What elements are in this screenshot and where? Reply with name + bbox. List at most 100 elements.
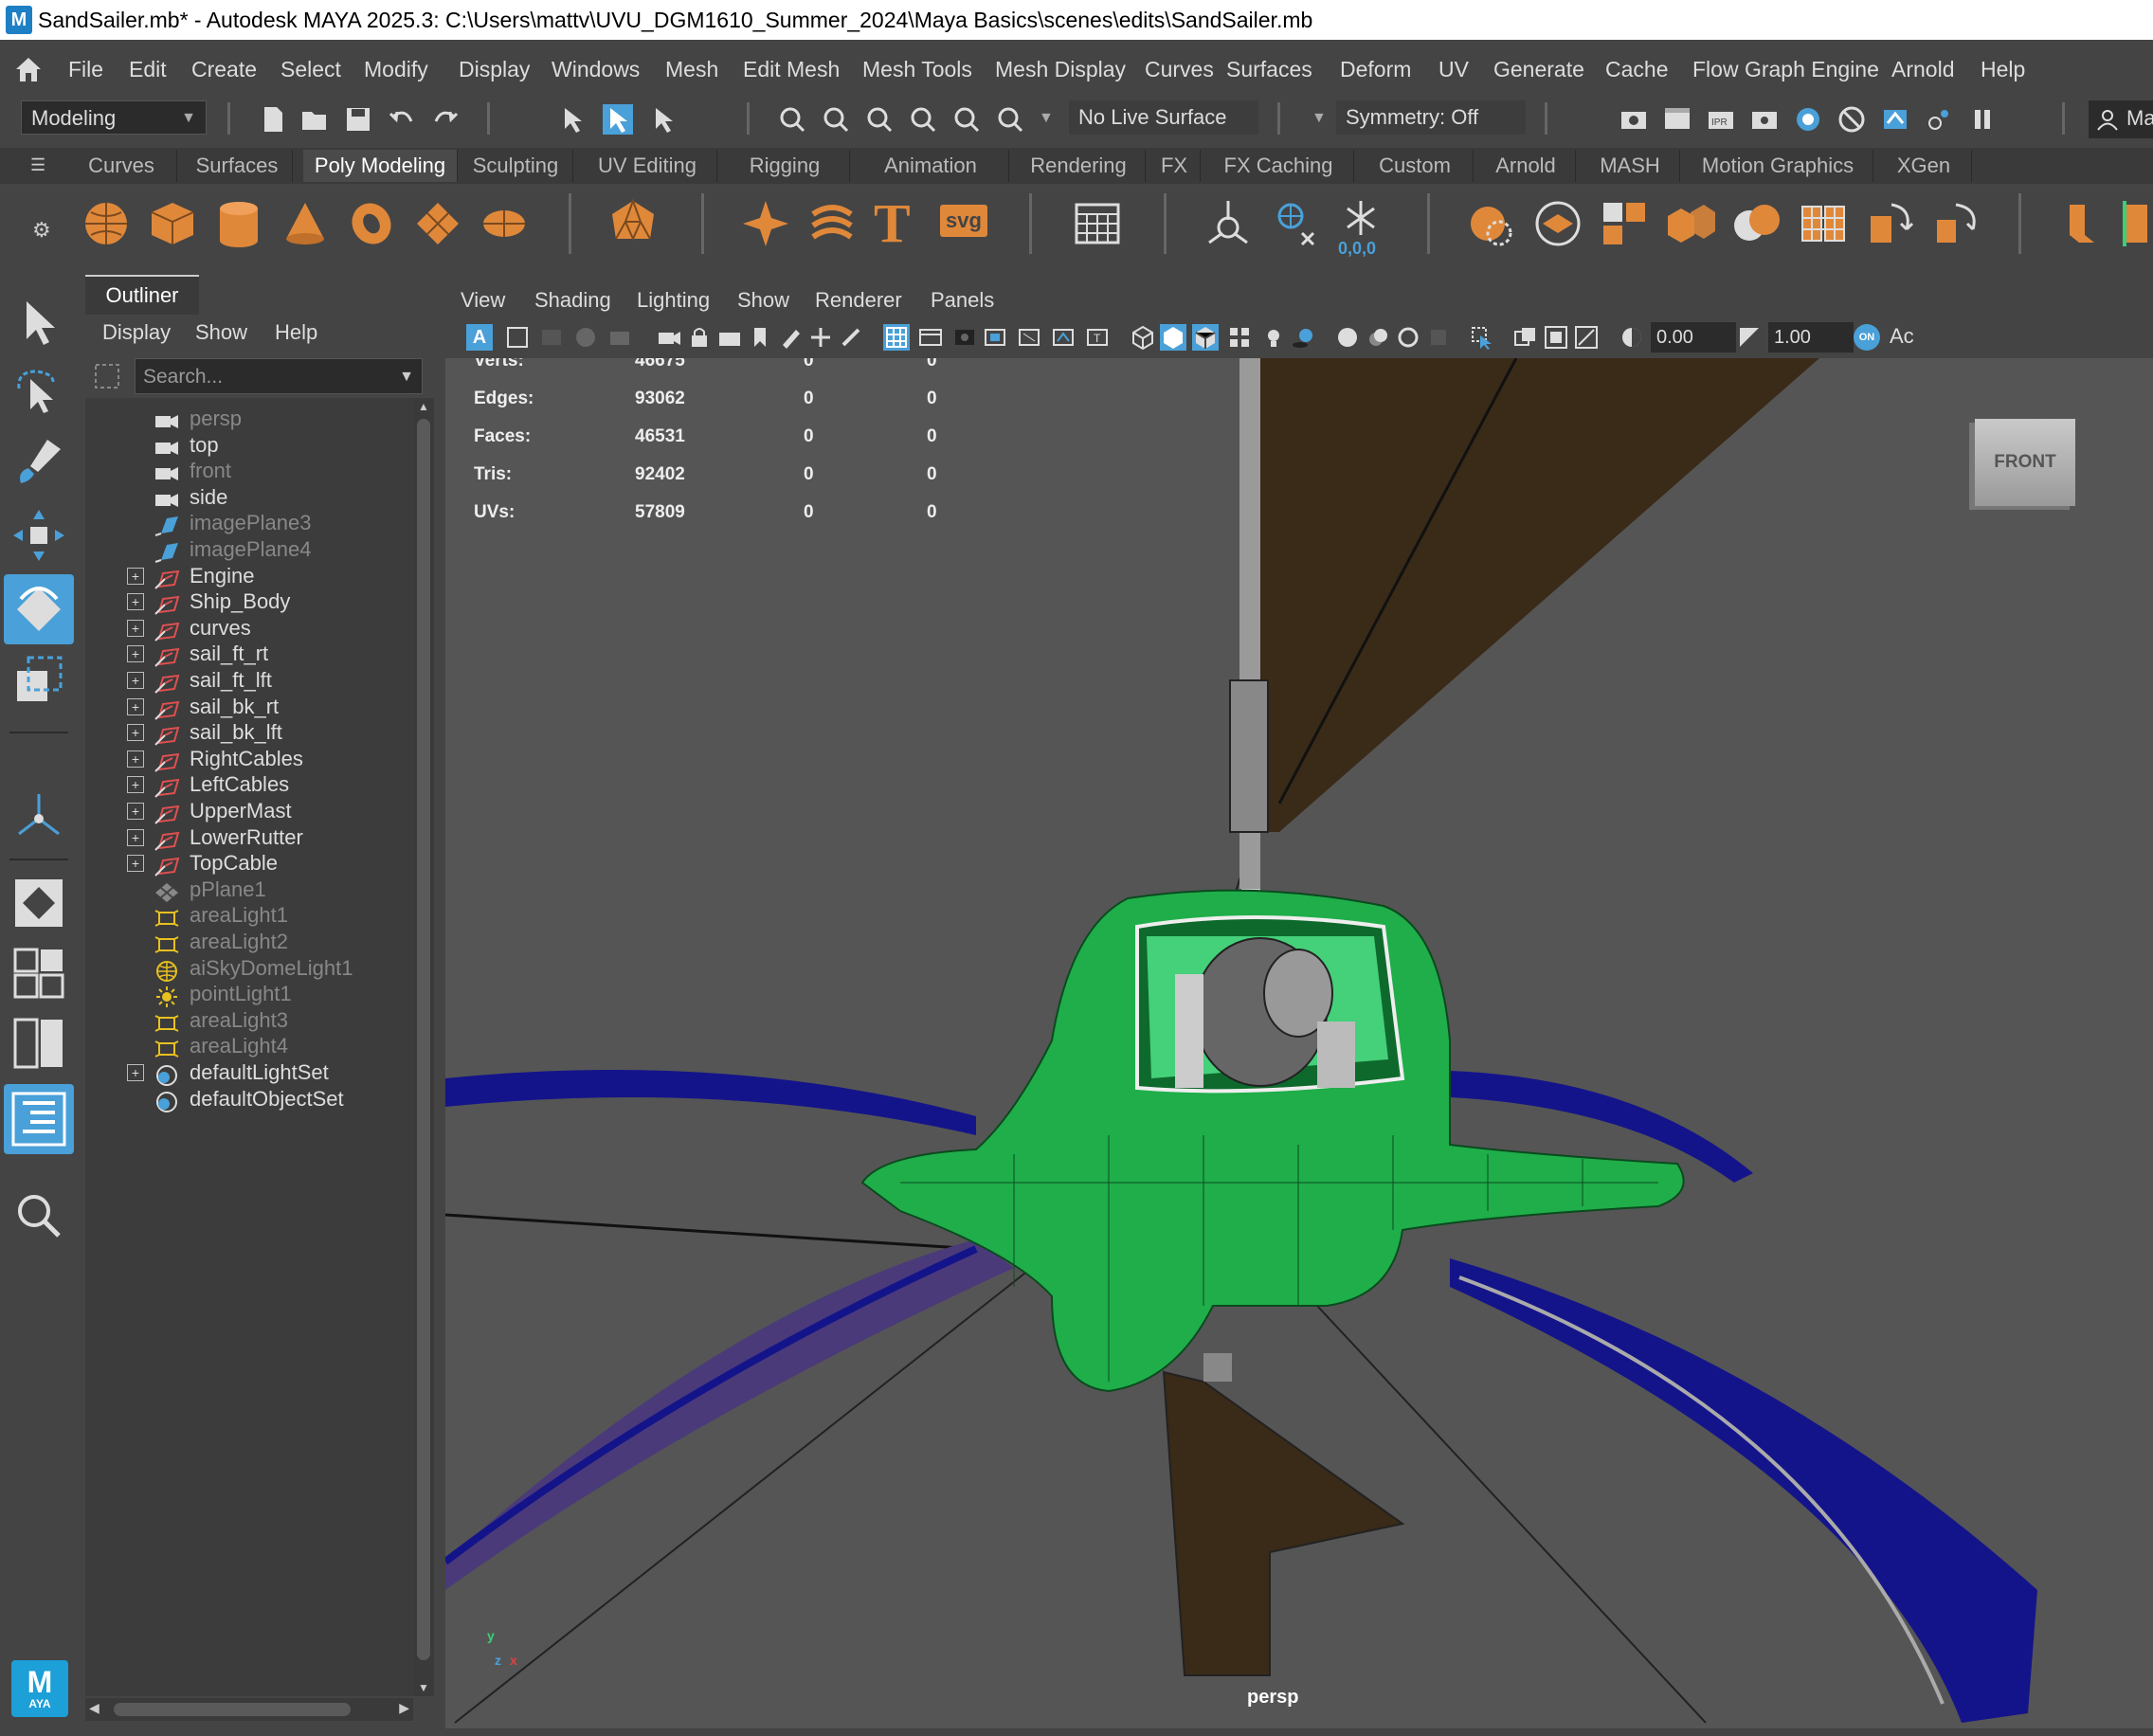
bookmarks-icon[interactable]	[538, 324, 565, 351]
expand-toggle-icon[interactable]: +	[127, 645, 144, 663]
menu-curves[interactable]: Curves	[1145, 57, 1214, 82]
open-scene-icon[interactable]	[299, 104, 330, 135]
depth-of-field-icon[interactable]	[1425, 324, 1452, 351]
color-management-toggle[interactable]: ON	[1854, 324, 1880, 351]
viewport-menu-renderer[interactable]: Renderer	[815, 288, 902, 313]
menu-arnold[interactable]: Arnold	[1891, 57, 1954, 82]
outliner-layout-active[interactable]	[4, 1084, 74, 1154]
bridge-icon[interactable]	[1929, 197, 1982, 250]
snap-grid-icon[interactable]	[777, 104, 807, 135]
light-editor-icon[interactable]	[1880, 104, 1910, 135]
ambient-occlusion-icon[interactable]	[1334, 324, 1361, 351]
ipr-render-icon[interactable]: IPR	[1706, 104, 1736, 135]
pan-zoom-icon[interactable]	[807, 324, 834, 351]
image-plane-toggle-icon[interactable]	[572, 324, 599, 351]
expand-toggle-icon[interactable]: +	[127, 828, 144, 846]
shelf-tab-sculpting[interactable]: Sculpting	[459, 150, 573, 182]
gamma-icon[interactable]	[1736, 324, 1763, 351]
menu-display[interactable]: Display	[459, 57, 530, 82]
shelf-tab-curves[interactable]: Curves	[66, 150, 177, 182]
gate-mask-toggle-icon[interactable]	[982, 324, 1008, 351]
menu-cache[interactable]: Cache	[1605, 57, 1668, 82]
menu-generate[interactable]: Generate	[1493, 57, 1584, 82]
smooth-shade-icon[interactable]	[1160, 324, 1186, 351]
view-cube[interactable]: FRONT	[1975, 419, 2075, 506]
motion-blur-icon[interactable]	[1365, 324, 1391, 351]
bevel-icon[interactable]	[2119, 197, 2153, 250]
xray-components-icon[interactable]	[1573, 324, 1600, 351]
symmetry-dropdown-arrow[interactable]: ▼	[1312, 110, 1327, 127]
expand-toggle-icon[interactable]: +	[127, 803, 144, 820]
poly-plane-icon[interactable]	[411, 197, 464, 250]
outliner-menu-display[interactable]: Display	[102, 320, 171, 345]
show-manipulator-icon[interactable]	[9, 787, 68, 845]
rotate-tool-active[interactable]	[4, 574, 74, 644]
shelf-tab-fx[interactable]: FX	[1149, 150, 1201, 182]
expand-toggle-icon[interactable]: +	[127, 697, 144, 715]
paint-select-tool-icon[interactable]	[9, 434, 68, 493]
menu-mesh-tools[interactable]: Mesh Tools	[862, 57, 972, 82]
poly-disc-icon[interactable]	[478, 197, 531, 250]
wireframe-on-shaded-icon[interactable]	[1192, 324, 1219, 351]
snap-surface-icon[interactable]	[951, 104, 982, 135]
render-settings-icon[interactable]	[1749, 104, 1780, 135]
symmetry-field[interactable]: Symmetry: Off	[1336, 100, 1526, 135]
select-hierarchy-icon[interactable]	[557, 104, 588, 135]
outliner-hscrollbar[interactable]: ◀ ▶	[85, 1698, 413, 1721]
select-tool-icon[interactable]	[9, 294, 68, 353]
mirror-icon[interactable]	[1797, 197, 1850, 250]
safe-title-icon[interactable]: T	[1084, 324, 1111, 351]
poly-cone-icon[interactable]	[279, 197, 332, 250]
smooth-mesh-icon[interactable]	[1531, 197, 1584, 250]
expand-toggle-icon[interactable]: +	[127, 672, 144, 689]
color-space-label[interactable]: Ac	[1890, 324, 1914, 349]
render-frame-icon[interactable]	[1662, 104, 1692, 135]
viewport-menu-shading[interactable]: Shading	[534, 288, 611, 313]
menu-select[interactable]: Select	[280, 57, 341, 82]
scale-tool-icon[interactable]	[9, 650, 68, 709]
search-icon[interactable]	[9, 1186, 68, 1245]
outliner-vscrollbar[interactable]: ▲ ▼	[413, 398, 434, 1696]
grid-toggle-icon[interactable]	[883, 324, 910, 351]
2d-pan-zoom-icon[interactable]	[606, 324, 633, 351]
extract-icon[interactable]	[1863, 197, 1916, 250]
shelf-tab-mash[interactable]: MASH	[1581, 150, 1680, 182]
select-object-icon[interactable]	[603, 104, 633, 135]
outliner-menu-help[interactable]: Help	[275, 320, 317, 345]
combine-icon[interactable]	[1598, 197, 1651, 250]
menu-windows[interactable]: Windows	[552, 57, 640, 82]
menu-edit-mesh[interactable]: Edit Mesh	[743, 57, 840, 82]
shelf-tab-surfaces[interactable]: Surfaces	[182, 150, 293, 182]
type-tool-icon[interactable]: T	[874, 191, 911, 255]
snap-view-plane-icon[interactable]	[908, 104, 938, 135]
snap-options-arrow[interactable]: ▼	[1039, 110, 1054, 127]
field-chart-icon[interactable]	[1016, 324, 1042, 351]
viewport-menu-view[interactable]: View	[461, 288, 505, 313]
bookmark-flag-icon[interactable]	[747, 324, 773, 351]
snap-live-icon[interactable]	[995, 104, 1025, 135]
home-icon[interactable]	[13, 55, 44, 83]
sweep-mesh-icon[interactable]	[805, 197, 859, 250]
history-delete-icon[interactable]	[1465, 197, 1518, 250]
search-options-arrow[interactable]: ▼	[399, 359, 414, 395]
snap-curve-icon[interactable]	[821, 104, 851, 135]
extrude-icon[interactable]	[2056, 197, 2109, 250]
perspective-viewport[interactable]: Verts: 46675 0 0 Edges: 93062 0 0 Faces: 46531 0 0 T…	[445, 358, 2153, 1728]
shelf-tab-custom[interactable]: Custom	[1357, 150, 1474, 182]
shelf-tab-arnold[interactable]: Arnold	[1476, 150, 1576, 182]
use-all-lights-icon[interactable]	[1260, 324, 1287, 351]
outliner-menu-show[interactable]: Show	[195, 320, 247, 345]
expand-toggle-icon[interactable]: +	[127, 1064, 144, 1081]
wireframe-icon[interactable]	[1130, 324, 1156, 351]
menu-flow-graph-engine[interactable]: Flow Graph Engine	[1692, 57, 1879, 82]
viewport-menu-panels[interactable]: Panels	[931, 288, 994, 313]
menu-mesh-display[interactable]: Mesh Display	[995, 57, 1126, 82]
viewport-menu-lighting[interactable]: Lighting	[637, 288, 710, 313]
shadows-icon[interactable]	[1291, 324, 1317, 351]
resolution-gate-icon[interactable]	[951, 324, 978, 351]
shelf-tab-fx-caching[interactable]: FX Caching	[1203, 150, 1354, 182]
paint-icon[interactable]	[838, 324, 864, 351]
shelf-menu-icon[interactable]: ☰	[30, 155, 45, 175]
render-setup-icon[interactable]	[1836, 104, 1867, 135]
textured-icon[interactable]	[1226, 324, 1253, 351]
